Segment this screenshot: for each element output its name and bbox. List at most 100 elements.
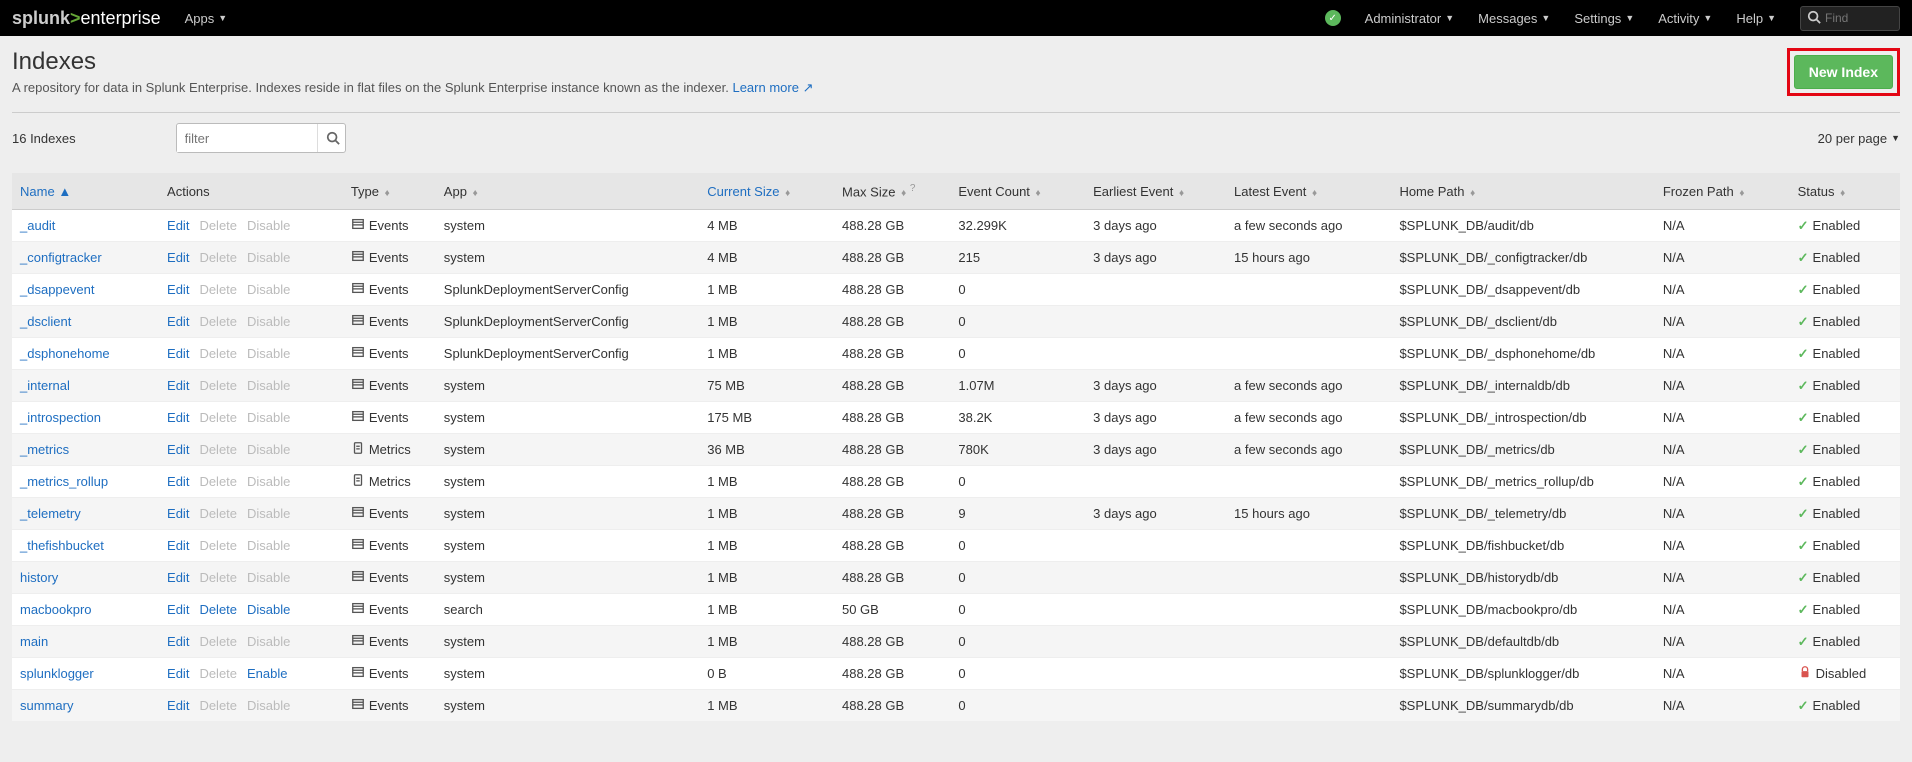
col-current-size[interactable]: Current Size ♦ — [699, 173, 834, 210]
col-app[interactable]: App ♦ — [436, 173, 699, 210]
delete-action[interactable]: Delete — [199, 602, 237, 617]
edit-action[interactable]: Edit — [167, 570, 189, 585]
edit-action[interactable]: Edit — [167, 282, 189, 297]
edit-action[interactable]: Edit — [167, 442, 189, 457]
search-icon[interactable] — [317, 124, 348, 152]
edit-action[interactable]: Edit — [167, 506, 189, 521]
col-event-count[interactable]: Event Count ♦ — [950, 173, 1085, 210]
settings-menu[interactable]: Settings▼ — [1574, 11, 1634, 26]
edit-action[interactable]: Edit — [167, 538, 189, 553]
per-page-select[interactable]: 20 per page ▼ — [1818, 131, 1900, 146]
index-name-link[interactable]: _configtracker — [20, 250, 102, 265]
apps-menu[interactable]: Apps ▼ — [185, 11, 228, 26]
type-cell: Events — [351, 505, 409, 522]
index-name-link[interactable]: macbookpro — [20, 602, 92, 617]
latest-cell: a few seconds ago — [1226, 402, 1391, 434]
col-home-path[interactable]: Home Path ♦ — [1391, 173, 1654, 210]
index-name-link[interactable]: _introspection — [20, 410, 101, 425]
table-row: splunkloggerEditDeleteEnable Eventssyste… — [12, 658, 1900, 690]
edit-action[interactable]: Edit — [167, 410, 189, 425]
status-ok-icon[interactable]: ✓ — [1325, 10, 1341, 26]
col-max-size[interactable]: Max Size ♦ ? — [834, 173, 950, 210]
frozen-path-cell: N/A — [1655, 626, 1790, 658]
latest-cell — [1226, 626, 1391, 658]
toggle-action: Disable — [247, 410, 290, 425]
latest-cell: a few seconds ago — [1226, 434, 1391, 466]
find-input[interactable] — [1825, 11, 1895, 25]
col-status[interactable]: Status ♦ — [1790, 173, 1900, 210]
index-name-link[interactable]: summary — [20, 698, 73, 713]
edit-action[interactable]: Edit — [167, 666, 189, 681]
edit-action[interactable]: Edit — [167, 378, 189, 393]
index-name-link[interactable]: _dsappevent — [20, 282, 94, 297]
status-cell: ✓ Enabled — [1798, 378, 1861, 394]
index-name-link[interactable]: _audit — [20, 218, 55, 233]
status-cell: ✓ Enabled — [1798, 474, 1861, 490]
activity-menu[interactable]: Activity▼ — [1658, 11, 1712, 26]
col-evcount-label: Event Count — [958, 184, 1030, 199]
index-name-link[interactable]: history — [20, 570, 58, 585]
events-icon — [351, 217, 365, 234]
help-icon[interactable]: ? — [910, 183, 916, 194]
max-size-cell: 488.28 GB — [834, 626, 950, 658]
messages-menu[interactable]: Messages▼ — [1478, 11, 1550, 26]
home-path-cell: $SPLUNK_DB/defaultdb/db — [1391, 626, 1654, 658]
type-cell: Events — [351, 537, 409, 554]
check-icon: ✓ — [1798, 570, 1809, 586]
check-icon: ✓ — [1798, 282, 1809, 298]
index-name-link[interactable]: _internal — [20, 378, 70, 393]
find-box[interactable] — [1800, 6, 1900, 31]
col-earliest[interactable]: Earliest Event ♦ — [1085, 173, 1226, 210]
help-menu[interactable]: Help▼ — [1736, 11, 1776, 26]
current-size-cell: 4 MB — [699, 210, 834, 242]
new-index-button[interactable]: New Index — [1794, 55, 1893, 89]
edit-action[interactable]: Edit — [167, 602, 189, 617]
admin-menu[interactable]: Administrator▼ — [1365, 11, 1455, 26]
home-path-cell: $SPLUNK_DB/_configtracker/db — [1391, 242, 1654, 274]
index-name-link[interactable]: _dsclient — [20, 314, 71, 329]
col-latest[interactable]: Latest Event ♦ — [1226, 173, 1391, 210]
logo[interactable]: splunk>enterprise — [12, 8, 161, 29]
max-size-cell: 488.28 GB — [834, 242, 950, 274]
app-cell: system — [436, 658, 699, 690]
earliest-cell — [1085, 466, 1226, 498]
index-name-link[interactable]: main — [20, 634, 48, 649]
events-icon — [351, 281, 365, 298]
delete-action: Delete — [199, 506, 237, 521]
settings-label: Settings — [1574, 11, 1621, 26]
app-cell: system — [436, 690, 699, 722]
index-name-link[interactable]: _thefishbucket — [20, 538, 104, 553]
index-name-link[interactable]: _telemetry — [20, 506, 81, 521]
index-name-link[interactable]: _metrics — [20, 442, 69, 457]
edit-action[interactable]: Edit — [167, 250, 189, 265]
toggle-action: Disable — [247, 314, 290, 329]
edit-action[interactable]: Edit — [167, 474, 189, 489]
col-name[interactable]: Name ▲ — [12, 173, 159, 210]
page-title: Indexes — [12, 48, 813, 76]
edit-action[interactable]: Edit — [167, 346, 189, 361]
edit-action[interactable]: Edit — [167, 218, 189, 233]
col-type[interactable]: Type ♦ — [343, 173, 436, 210]
index-name-link[interactable]: _dsphonehome — [20, 346, 110, 361]
toggle-action[interactable]: Enable — [247, 666, 287, 681]
app-cell: SplunkDeploymentServerConfig — [436, 274, 699, 306]
toggle-action[interactable]: Disable — [247, 602, 290, 617]
filter-input[interactable] — [177, 125, 317, 152]
col-frozen-path[interactable]: Frozen Path ♦ — [1655, 173, 1790, 210]
chevron-down-icon: ▼ — [1891, 133, 1900, 143]
edit-action[interactable]: Edit — [167, 634, 189, 649]
toolbar: 16 Indexes 20 per page ▼ — [12, 123, 1900, 153]
messages-label: Messages — [1478, 11, 1537, 26]
edit-action[interactable]: Edit — [167, 314, 189, 329]
learn-more-link[interactable]: Learn more ↗ — [732, 80, 813, 95]
event-count-cell: 215 — [950, 242, 1085, 274]
event-count-cell: 0 — [950, 274, 1085, 306]
index-name-link[interactable]: splunklogger — [20, 666, 94, 681]
earliest-cell — [1085, 594, 1226, 626]
index-name-link[interactable]: _metrics_rollup — [20, 474, 108, 489]
col-maxsize-label: Max Size — [842, 184, 895, 199]
edit-action[interactable]: Edit — [167, 698, 189, 713]
sort-icon: ♦ — [1739, 188, 1744, 199]
status-cell: ✓ Enabled — [1798, 506, 1861, 522]
event-count-cell: 780K — [950, 434, 1085, 466]
